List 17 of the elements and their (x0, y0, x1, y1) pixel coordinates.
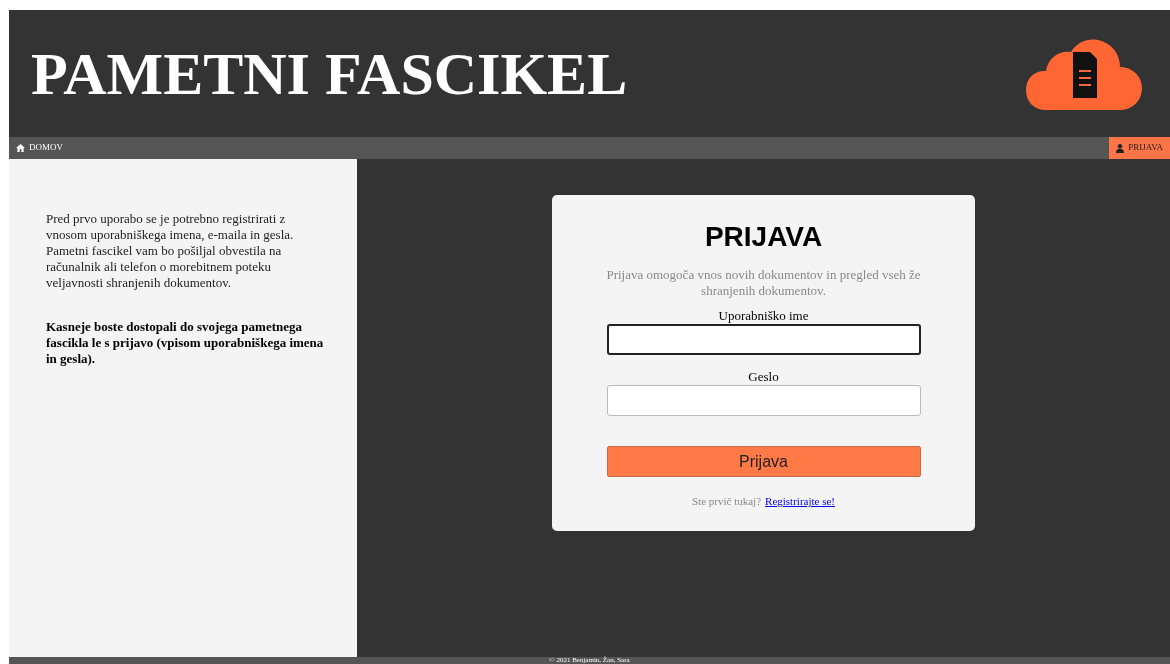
field-label: Uporabniško ime (718, 308, 809, 324)
login-title: PRIJAVA (704, 221, 823, 253)
nav-link[interactable]: DOMOV (9, 137, 70, 159)
input-field[interactable] (606, 385, 921, 416)
login-description: Prijava omogoča vnos novih dokumentov in pregled vseh že shranjenih dokumentov. (605, 267, 922, 299)
input-field[interactable] (606, 324, 921, 355)
register-link[interactable]: Registrirajte se! (765, 493, 835, 510)
site-title: PAMETNI FASCIKEL (31, 43, 628, 104)
cloud-document-icon (1026, 37, 1142, 110)
login-button[interactable]: Prijava (606, 446, 921, 477)
note-text: Kasneje boste dostopali do svojega pametnega fascikla le s prijavo (vpisom uporabniškega imena in gesla). (46, 319, 325, 367)
user-icon (1116, 143, 1125, 153)
intro-text: Pred prvo uporabo se je potrebno registrirati z vnosom uporabniškega imena, e-maila in gesla. Pametni fascikel vam bo pošiljal obvestila na računalnik ali telefon o morebitnem poteku veljavnosti shranjenih dokumentov. (46, 211, 295, 291)
register-prompt: Ste prvič tukaj? (692, 494, 762, 509)
home-icon (16, 144, 25, 152)
field-label: Geslo (748, 369, 779, 385)
nav-link[interactable]: PRIJAVA (1109, 137, 1170, 159)
